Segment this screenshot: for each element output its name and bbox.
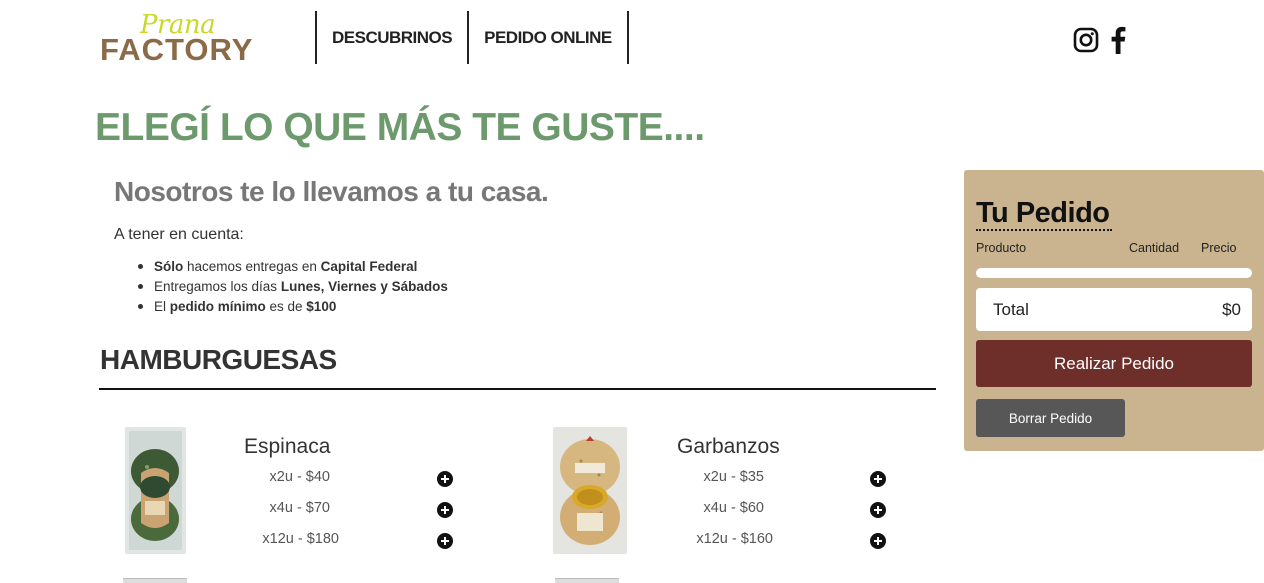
add-to-cart-button[interactable] bbox=[437, 533, 453, 549]
section-title-hamburguesas: HAMBURGUESAS bbox=[100, 344, 337, 375]
product-option: x2u - $35 bbox=[703, 469, 764, 485]
column-header-price: Precio bbox=[1201, 241, 1237, 255]
order-items-list bbox=[976, 268, 1252, 278]
column-header-product: Producto bbox=[976, 241, 1027, 255]
product-option: x2u - $40 bbox=[269, 469, 330, 485]
note-item: El pedido mínimo es de $100 bbox=[138, 298, 448, 318]
page-title: ELEGÍ LO QUE MÁS TE GUSTE.... bbox=[95, 106, 705, 149]
order-panel: Tu Pedido Producto Cantidad Precio Total… bbox=[964, 170, 1264, 451]
clear-order-button[interactable]: Borrar Pedido bbox=[976, 399, 1125, 437]
brand-logo[interactable]: Prana FACTORY bbox=[100, 10, 260, 68]
add-to-cart-button[interactable] bbox=[870, 502, 886, 518]
nav-item-descubrinos[interactable]: DESCUBRINOS bbox=[317, 11, 470, 64]
product-image-espinaca bbox=[125, 427, 186, 554]
product-option: x12u - $160 bbox=[696, 531, 773, 547]
delivery-notes: Sólo hacemos entregas en Capital Federal… bbox=[138, 258, 448, 318]
page-subtitle: Nosotros te lo llevamos a tu casa. bbox=[114, 176, 549, 207]
add-to-cart-button[interactable] bbox=[437, 471, 453, 487]
facebook-icon[interactable] bbox=[1109, 26, 1127, 54]
submit-order-button[interactable]: Realizar Pedido bbox=[976, 340, 1252, 387]
add-to-cart-button[interactable] bbox=[437, 502, 453, 518]
nav-item-pedido-online[interactable]: PEDIDO ONLINE bbox=[469, 11, 629, 64]
note-item: Sólo hacemos entregas en Capital Federal bbox=[138, 258, 448, 278]
product-image-next bbox=[123, 578, 187, 583]
note-item: Entregamos los días Lunes, Viernes y Sáb… bbox=[138, 278, 448, 298]
product-option: x4u - $60 bbox=[703, 500, 764, 516]
instagram-icon[interactable] bbox=[1073, 27, 1099, 53]
notes-heading: A tener en cuenta: bbox=[114, 226, 244, 243]
logo-main-text: FACTORY bbox=[100, 32, 254, 67]
order-total: Total $0 bbox=[976, 288, 1252, 331]
total-label: Total bbox=[993, 300, 1029, 319]
product-option: x12u - $180 bbox=[262, 531, 339, 547]
social-links bbox=[1073, 26, 1127, 54]
product-option: x4u - $70 bbox=[269, 500, 330, 516]
main-nav: DESCUBRINOS PEDIDO ONLINE bbox=[315, 11, 629, 64]
product-name: Garbanzos bbox=[677, 435, 780, 458]
product-image-next bbox=[555, 578, 619, 583]
add-to-cart-button[interactable] bbox=[870, 533, 886, 549]
product-name: Espinaca bbox=[244, 435, 331, 458]
product-image-garbanzos bbox=[553, 427, 627, 554]
add-to-cart-button[interactable] bbox=[870, 471, 886, 487]
order-panel-title: Tu Pedido bbox=[976, 197, 1112, 231]
section-divider bbox=[99, 388, 936, 390]
column-header-quantity: Cantidad bbox=[1129, 241, 1180, 255]
total-value: $0 bbox=[1222, 300, 1241, 319]
